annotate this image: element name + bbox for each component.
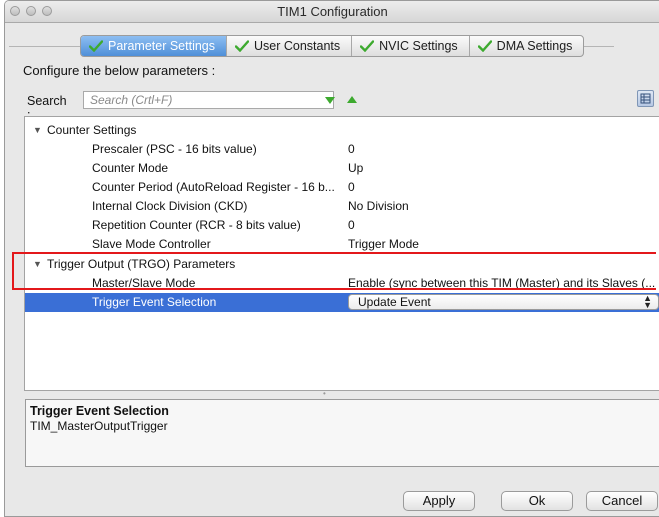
param-value[interactable]: 0 [348, 178, 657, 197]
param-name: Internal Clock Division (CKD) [92, 199, 248, 213]
check-icon [89, 40, 103, 52]
collapse-triangle-icon[interactable]: ▼ [33, 255, 42, 274]
param-name: Prescaler (PSC - 16 bits value) [92, 142, 257, 156]
trigger-event-select[interactable]: Update Event ▲ ▼ [348, 294, 659, 310]
tab-nvic-settings[interactable]: NVIC Settings [351, 36, 469, 56]
description-text: TIM_MasterOutputTrigger [30, 419, 168, 433]
check-icon [477, 40, 492, 52]
check-icon [235, 40, 249, 52]
updown-chevron-icon: ▲ ▼ [643, 293, 652, 310]
description-panel: Trigger Event Selection TIM_MasterOutput… [25, 399, 659, 467]
description-title: Trigger Event Selection [30, 404, 169, 418]
window-title: TIM1 Configuration [277, 4, 388, 19]
param-name: Master/Slave Mode [92, 276, 196, 290]
grid-view-icon [640, 93, 651, 104]
tab-dma-settings[interactable]: DMA Settings [468, 36, 584, 56]
param-value[interactable]: Trigger Mode [348, 235, 657, 254]
parameters-table: ▼ Counter Settings Prescaler (PSC - 16 b… [24, 116, 659, 391]
tab-label: User Constants [254, 39, 341, 53]
param-name: Trigger Event Selection [92, 295, 217, 309]
configure-label: Configure the below parameters : [23, 63, 216, 78]
tab-parameter-settings[interactable]: Parameter Settings [81, 36, 226, 56]
table-row[interactable]: Slave Mode Controller Trigger Mode [25, 235, 659, 254]
check-icon [360, 40, 375, 52]
param-value[interactable]: No Division [348, 197, 657, 216]
param-value[interactable]: Enable (sync between this TIM (Master) a… [348, 274, 657, 293]
param-name: Slave Mode Controller [92, 237, 211, 251]
param-value[interactable]: 0 [348, 216, 657, 235]
collapse-triangle-icon[interactable]: ▼ [33, 121, 42, 140]
tab-label: DMA Settings [496, 39, 573, 53]
group-title: Trigger Output (TRGO) Parameters [47, 257, 236, 271]
table-row[interactable]: Master/Slave Mode Enable (sync between t… [25, 274, 659, 293]
select-value: Update Event [358, 295, 431, 309]
group-trgo-parameters[interactable]: ▼ Trigger Output (TRGO) Parameters [25, 255, 659, 274]
table-row-selected[interactable]: Trigger Event Selection Update Event ▲ ▼ [25, 293, 659, 312]
table-row[interactable]: Prescaler (PSC - 16 bits value) 0 [25, 140, 659, 159]
tab-label: NVIC Settings [379, 39, 458, 53]
table-row[interactable]: Counter Mode Up [25, 159, 659, 178]
param-name: Repetition Counter (RCR - 8 bits value) [92, 218, 301, 232]
tab-label: Parameter Settings [108, 39, 215, 53]
param-value[interactable]: 0 [348, 140, 657, 159]
arrow-down-icon[interactable] [323, 93, 337, 107]
config-window: TIM1 Configuration Parameter Settings Us… [4, 0, 659, 517]
param-name: Counter Period (AutoReload Register - 16… [92, 180, 335, 194]
view-toggle-button[interactable] [637, 90, 654, 107]
cancel-button[interactable]: Cancel [586, 491, 658, 511]
param-value[interactable]: Up [348, 159, 657, 178]
table-row[interactable]: Repetition Counter (RCR - 8 bits value) … [25, 216, 659, 235]
splitter-handle[interactable]: • [323, 389, 327, 398]
apply-button[interactable]: Apply [403, 491, 475, 511]
table-row[interactable]: Counter Period (AutoReload Register - 16… [25, 178, 659, 197]
table-row[interactable]: Internal Clock Division (CKD) No Divisio… [25, 197, 659, 216]
ok-button[interactable]: Ok [501, 491, 573, 511]
arrow-up-icon[interactable] [345, 93, 359, 107]
search-input[interactable] [83, 91, 334, 109]
tab-user-constants[interactable]: User Constants [226, 36, 351, 56]
param-name: Counter Mode [92, 161, 169, 175]
group-counter-settings[interactable]: ▼ Counter Settings [25, 121, 659, 140]
title-bar[interactable]: TIM1 Configuration [5, 1, 659, 23]
group-title: Counter Settings [47, 123, 137, 137]
tab-bar: Parameter Settings User Constants NVIC S… [80, 35, 585, 57]
